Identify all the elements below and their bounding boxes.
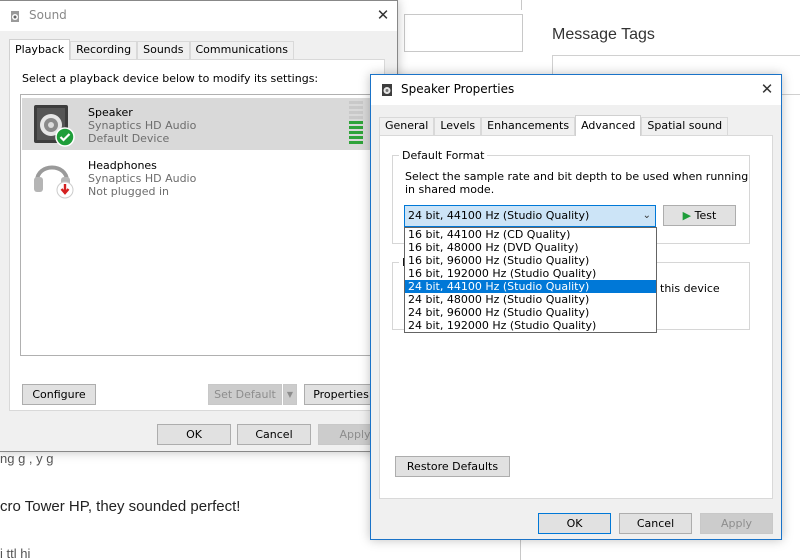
tab-general[interactable]: General — [379, 117, 435, 135]
device-name: Headphones — [88, 159, 157, 172]
sound-window: Sound ✕ Playback Recording Sounds Commun… — [0, 0, 398, 452]
properties-button[interactable]: Properties — [304, 384, 378, 405]
format-option[interactable]: 16 bit, 192000 Hz (Studio Quality) — [405, 267, 656, 280]
sound-titlebar[interactable]: Sound ✕ — [0, 1, 397, 31]
format-option[interactable]: 24 bit, 192000 Hz (Studio Quality) — [405, 319, 656, 332]
test-button-label: Test — [694, 209, 717, 222]
sound-tabs: Playback Recording Sounds Communications — [9, 39, 294, 60]
sound-window-title: Sound — [29, 8, 67, 22]
properties-window-title: Speaker Properties — [401, 82, 515, 96]
play-icon: ▶ — [682, 209, 692, 222]
default-format-selected-value: 24 bit, 44100 Hz (Studio Quality) — [408, 209, 590, 222]
format-description: in shared mode. — [405, 183, 495, 196]
properties-titlebar[interactable]: Speaker Properties ✕ — [371, 75, 781, 105]
device-speaker[interactable]: Speaker Synaptics HD Audio Default Devic… — [22, 98, 370, 150]
test-button[interactable]: ▶ Test — [663, 205, 736, 226]
default-format-label: Default Format — [399, 149, 488, 162]
playback-instruction: Select a playback device below to modify… — [22, 72, 319, 85]
chevron-down-icon: ⌄ — [642, 210, 651, 221]
tab-communications[interactable]: Communications — [189, 41, 294, 59]
restore-defaults-button[interactable]: Restore Defaults — [395, 456, 510, 477]
tab-sounds[interactable]: Sounds — [137, 41, 190, 59]
headphones-device-icon — [34, 165, 74, 199]
background-divider — [520, 540, 521, 560]
chevron-down-icon: ▼ — [286, 390, 294, 399]
format-description: Select the sample rate and bit depth to … — [405, 170, 749, 183]
device-name: Speaker — [88, 106, 133, 119]
properties-cancel-button[interactable]: Cancel — [619, 513, 692, 534]
format-option-selected[interactable]: 24 bit, 44100 Hz (Studio Quality) — [405, 280, 656, 293]
device-headphones[interactable]: Headphones Synaptics HD Audio Not plugge… — [22, 151, 370, 203]
background-text-line: i ttl hi — [0, 546, 31, 560]
background-divider — [521, 0, 522, 10]
set-default-dropdown[interactable]: ▼ — [283, 384, 297, 405]
tab-playback[interactable]: Playback — [9, 39, 71, 60]
default-format-select[interactable]: 24 bit, 44100 Hz (Studio Quality) ⌄ — [404, 205, 656, 227]
speaker-app-icon — [382, 84, 392, 96]
tab-recording[interactable]: Recording — [70, 41, 138, 59]
format-option[interactable]: 24 bit, 48000 Hz (Studio Quality) — [405, 293, 656, 306]
background-input[interactable] — [404, 14, 523, 52]
tab-advanced[interactable]: Advanced — [575, 115, 642, 136]
tab-enhancements[interactable]: Enhancements — [481, 117, 576, 135]
tab-spatial-sound[interactable]: Spatial sound — [641, 117, 729, 135]
format-dropdown-list: 16 bit, 44100 Hz (CD Quality) 16 bit, 48… — [404, 227, 657, 333]
sound-ok-button[interactable]: OK — [157, 424, 231, 445]
format-option[interactable]: 16 bit, 44100 Hz (CD Quality) — [405, 228, 656, 241]
tab-levels[interactable]: Levels — [434, 117, 482, 135]
properties-tabs: General Levels Enhancements Advanced Spa… — [379, 115, 729, 136]
device-driver: Synaptics HD Audio — [88, 119, 197, 132]
format-option[interactable]: 24 bit, 96000 Hz (Studio Quality) — [405, 306, 656, 319]
device-driver: Synaptics HD Audio — [88, 172, 197, 185]
format-option[interactable]: 16 bit, 96000 Hz (Studio Quality) — [405, 254, 656, 267]
close-icon[interactable]: ✕ — [368, 3, 398, 27]
background-text-line: ng g , y g — [0, 451, 54, 466]
background-comment-text: cro Tower HP, they sounded perfect! — [0, 498, 241, 515]
speaker-app-icon — [11, 11, 19, 22]
playback-panel: Select a playback device below to modify… — [9, 59, 385, 411]
format-option[interactable]: 16 bit, 48000 Hz (DVD Quality) — [405, 241, 656, 254]
exclusive-text-fragment: this device — [660, 282, 720, 295]
close-icon[interactable]: ✕ — [752, 77, 782, 101]
message-tags-heading: Message Tags — [552, 26, 655, 43]
properties-ok-button[interactable]: OK — [538, 513, 611, 534]
speaker-device-icon — [34, 105, 75, 147]
sound-cancel-button[interactable]: Cancel — [237, 424, 311, 445]
device-status: Not plugged in — [88, 185, 170, 198]
device-list: Speaker Synaptics HD Audio Default Devic… — [20, 94, 372, 356]
set-default-button[interactable]: Set Default — [208, 384, 282, 405]
properties-apply-button[interactable]: Apply — [700, 513, 773, 534]
configure-button[interactable]: Configure — [22, 384, 96, 405]
device-status: Default Device — [88, 132, 170, 145]
